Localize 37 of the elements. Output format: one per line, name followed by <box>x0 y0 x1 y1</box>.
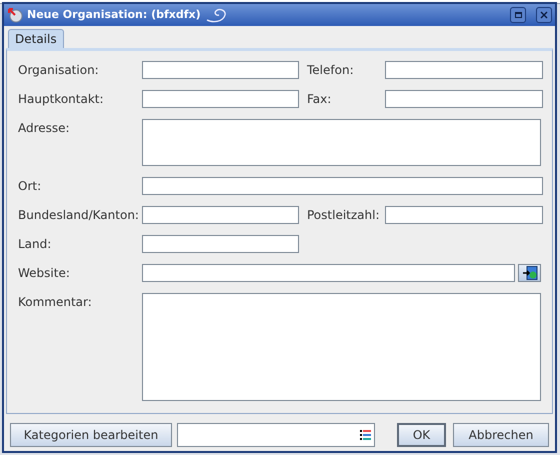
text-field[interactable] <box>142 235 299 253</box>
field-label: Bundesland/Kanton: <box>18 207 140 224</box>
field-label: Telefon: <box>307 62 355 79</box>
close-button[interactable] <box>536 7 552 23</box>
open-website-button[interactable] <box>518 264 541 282</box>
cancel-button[interactable]: Abbrechen <box>453 423 549 447</box>
field-label: Organisation: <box>18 62 100 79</box>
text-field[interactable] <box>142 90 299 108</box>
field-label: Hauptkontakt: <box>18 91 105 108</box>
ok-button[interactable]: OK <box>397 423 446 447</box>
text-field[interactable] <box>385 61 543 79</box>
text-field[interactable] <box>385 90 543 108</box>
field-label: Land: <box>18 236 52 253</box>
window-title: Neue Organisation: (bfxdfx) <box>27 6 201 23</box>
field-label: Website: <box>18 265 71 282</box>
field-label: Fax: <box>307 91 332 108</box>
text-field[interactable] <box>142 206 299 224</box>
text-field[interactable] <box>142 264 515 282</box>
comment-text-area[interactable] <box>142 293 541 401</box>
globe-arrow-icon <box>522 266 538 280</box>
list-icon <box>360 430 371 440</box>
category-field[interactable] <box>177 423 375 447</box>
field-label: Adresse: <box>18 120 71 137</box>
edit-categories-button[interactable]: Kategorien bearbeiten <box>10 423 172 447</box>
maximize-icon <box>514 12 522 18</box>
field-label: Kommentar: <box>18 294 93 311</box>
details-tab[interactable]: Details <box>8 29 64 48</box>
text-field[interactable] <box>142 61 299 79</box>
field-label: Postleitzahl: <box>307 207 380 224</box>
app-icon <box>7 7 23 23</box>
swirl-icon <box>204 7 227 23</box>
field-label: Ort: <box>18 178 42 195</box>
close-icon <box>540 11 548 19</box>
text-field[interactable] <box>142 177 543 195</box>
text-field[interactable] <box>385 206 543 224</box>
maximize-button[interactable] <box>510 7 526 23</box>
address-text-area[interactable] <box>142 119 541 166</box>
